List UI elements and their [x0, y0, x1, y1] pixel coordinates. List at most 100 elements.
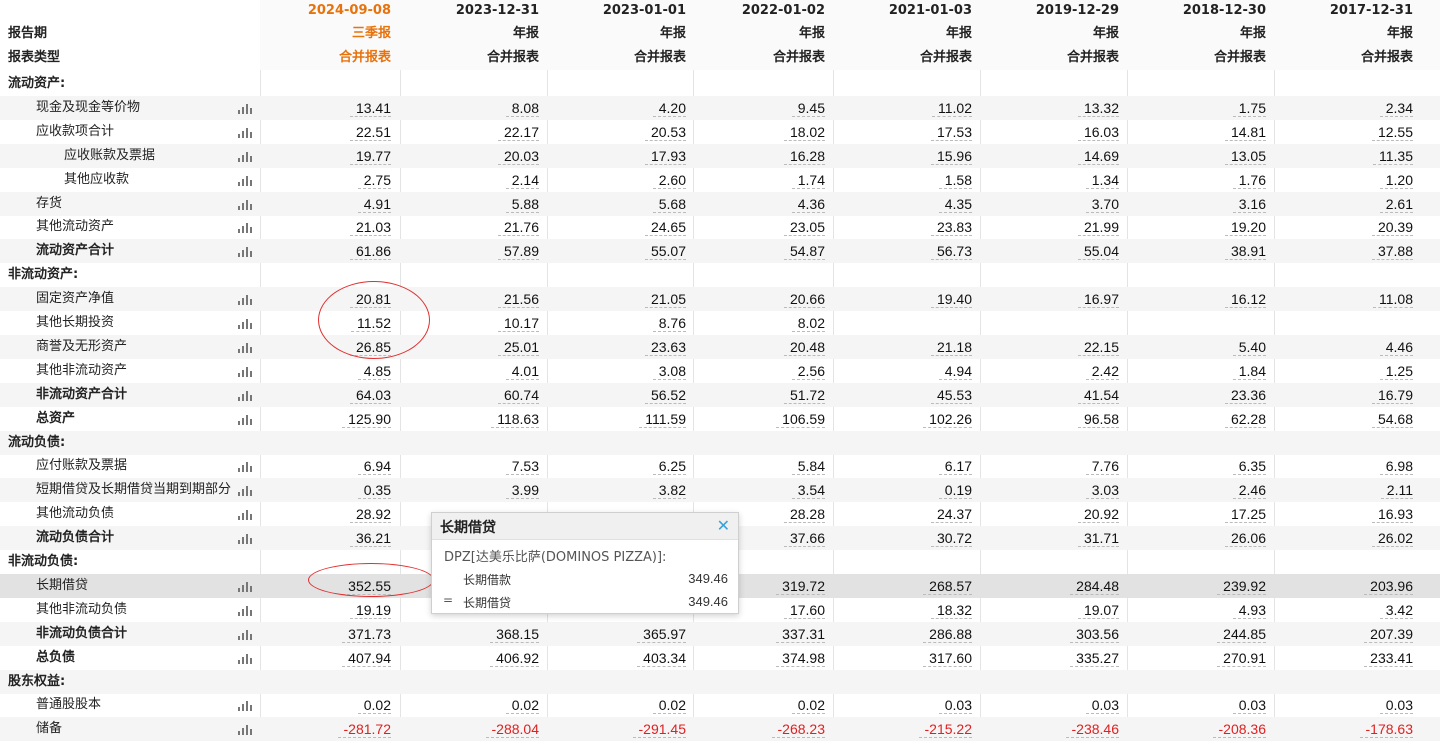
bar-chart-icon[interactable]	[238, 700, 252, 712]
value-cell[interactable]: 403.34	[637, 646, 686, 670]
value-cell[interactable]: 23.83	[930, 215, 972, 239]
value-cell[interactable]: 25.01	[497, 335, 539, 359]
bar-chart-icon[interactable]	[238, 461, 252, 473]
value-cell[interactable]: 2.14	[505, 168, 539, 192]
value-cell[interactable]: 60.74	[497, 383, 539, 407]
value-cell[interactable]: -291.45	[632, 717, 686, 741]
table-row[interactable]: 普通股股本 0.02 0.02 0.02 0.02 0.03 0.03 0.03 0.03	[0, 693, 1440, 717]
value-cell[interactable]: 6.94	[357, 454, 391, 478]
value-cell[interactable]: 268.57	[923, 574, 972, 598]
value-cell[interactable]: 1.25	[1379, 359, 1413, 383]
value-cell[interactable]: 16.12	[1224, 287, 1266, 311]
value-cell[interactable]: -215.22	[918, 717, 972, 741]
column-header-kind[interactable]: 年报	[1387, 23, 1413, 45]
bar-chart-icon[interactable]	[238, 294, 252, 306]
value-cell[interactable]: 26.02	[1371, 526, 1413, 550]
value-cell[interactable]: 14.69	[1077, 144, 1119, 168]
value-cell[interactable]: 374.98	[776, 646, 825, 670]
value-cell[interactable]: 3.03	[1085, 478, 1119, 502]
value-cell[interactable]: 17.53	[930, 120, 972, 144]
close-icon[interactable]: ✕	[717, 516, 730, 535]
table-row[interactable]: 总负债 407.94 406.92 403.34 374.98 317.60 335.27 2…	[0, 646, 1440, 670]
value-cell[interactable]: 8.76	[652, 311, 686, 335]
value-cell[interactable]: 19.77	[349, 144, 391, 168]
value-cell[interactable]: 57.89	[497, 239, 539, 263]
value-cell[interactable]: 16.03	[1077, 120, 1119, 144]
column-header-report[interactable]: 合并报表	[634, 47, 686, 69]
column-header-report[interactable]: 合并报表	[1214, 47, 1266, 69]
value-cell[interactable]: 5.68	[652, 192, 686, 216]
value-cell[interactable]: 118.63	[491, 407, 539, 431]
value-cell[interactable]	[1407, 311, 1413, 335]
table-row[interactable]: 储备 -281.72 -288.04 -291.45 -268.23 -215.22 -23…	[0, 717, 1440, 741]
column-header-kind[interactable]: 年报	[660, 23, 686, 45]
value-cell[interactable]: 16.79	[1371, 383, 1413, 407]
value-cell[interactable]: 270.91	[1217, 646, 1266, 670]
column-header-report[interactable]: 合并报表	[1067, 47, 1119, 69]
bar-chart-icon[interactable]	[238, 199, 252, 210]
bar-chart-icon[interactable]	[238, 103, 252, 114]
value-cell[interactable]: 26.06	[1224, 526, 1266, 550]
column-header-report[interactable]: 合并报表	[1361, 47, 1413, 69]
value-cell[interactable]: 18.32	[930, 598, 972, 622]
column-header-kind[interactable]: 年报	[513, 23, 539, 45]
value-cell[interactable]: -288.04	[485, 717, 539, 741]
value-cell[interactable]: 0.03	[938, 693, 972, 717]
value-cell[interactable]: 13.05	[1224, 144, 1266, 168]
bar-chart-icon[interactable]	[238, 175, 252, 186]
bar-chart-icon[interactable]	[238, 127, 252, 138]
value-cell[interactable]: 11.08	[1373, 287, 1413, 311]
value-cell[interactable]: 21.03	[349, 215, 391, 239]
value-cell[interactable]: 233.41	[1364, 646, 1413, 670]
value-cell[interactable]: 20.48	[783, 335, 825, 359]
value-cell[interactable]: 368.15	[490, 622, 539, 646]
value-cell[interactable]: 102.26	[923, 407, 972, 431]
value-cell[interactable]: 4.94	[938, 359, 972, 383]
bar-chart-icon[interactable]	[238, 509, 252, 521]
column-header-report[interactable]: 合并报表	[920, 47, 972, 69]
column-header-kind[interactable]: 年报	[946, 23, 972, 45]
value-cell[interactable]: 20.03	[497, 144, 539, 168]
value-cell[interactable]: 22.51	[349, 120, 391, 144]
value-cell[interactable]: 61.86	[349, 239, 391, 263]
value-cell[interactable]: 4.20	[652, 96, 686, 120]
column-header-date[interactable]: 2024-09-08	[308, 0, 391, 22]
value-cell[interactable]: 54.68	[1371, 407, 1413, 431]
value-cell[interactable]: 36.21	[349, 526, 391, 550]
value-cell[interactable]: 2.61	[1379, 192, 1413, 216]
value-cell[interactable]: 21.56	[497, 287, 539, 311]
column-header-date[interactable]: 2022-01-02	[742, 0, 825, 22]
value-cell[interactable]: 2.75	[357, 168, 391, 192]
bar-chart-icon[interactable]	[238, 151, 252, 162]
value-cell[interactable]: 3.54	[791, 478, 825, 502]
value-cell[interactable]: 2.56	[791, 359, 825, 383]
table-row[interactable]: 总资产 125.90 118.63 111.59 106.59 102.26 96.58 62…	[0, 407, 1440, 431]
value-cell[interactable]: 8.08	[505, 96, 539, 120]
value-cell[interactable]: 406.92	[490, 646, 539, 670]
table-row[interactable]: 现金及现金等价物 13.41 8.08 4.20 9.45 11.02 13.32 1.75 2…	[0, 95, 1440, 120]
value-cell[interactable]: 30.72	[930, 526, 972, 550]
value-cell[interactable]: 5.88	[505, 192, 539, 216]
value-cell[interactable]: 20.66	[783, 287, 825, 311]
table-row[interactable]: 应收账款及票据 19.77 20.03 17.93 16.28 15.96 14.69 13.…	[0, 143, 1440, 168]
value-cell[interactable]: 244.85	[1217, 622, 1266, 646]
value-cell[interactable]: 7.76	[1085, 454, 1119, 478]
value-cell[interactable]: 6.25	[652, 454, 686, 478]
column-header-date[interactable]: 2023-01-01	[603, 0, 686, 22]
value-cell[interactable]: 64.03	[349, 383, 391, 407]
column-header-date[interactable]: 2019-12-29	[1036, 0, 1119, 22]
value-cell[interactable]: 4.85	[357, 359, 391, 383]
value-cell[interactable]: 19.20	[1224, 215, 1266, 239]
value-cell[interactable]: 3.42	[1379, 598, 1413, 622]
value-cell[interactable]: 55.04	[1077, 239, 1119, 263]
table-row[interactable]: 其他长期投资 11.52 10.17 8.76 8.02	[0, 311, 1440, 335]
value-cell[interactable]: 21.76	[497, 215, 539, 239]
value-cell[interactable]: 23.05	[783, 215, 825, 239]
value-cell[interactable]: 24.65	[644, 215, 686, 239]
bar-chart-icon[interactable]	[238, 629, 252, 640]
table-row[interactable]: 非流动负债合计 371.73 368.15 365.97 337.31 286.88 303…	[0, 621, 1440, 646]
value-cell[interactable]: 0.19	[938, 478, 972, 502]
value-cell[interactable]: 0.02	[652, 693, 686, 717]
value-cell[interactable]: 1.58	[938, 168, 972, 192]
value-cell[interactable]: 0.35	[357, 478, 391, 502]
